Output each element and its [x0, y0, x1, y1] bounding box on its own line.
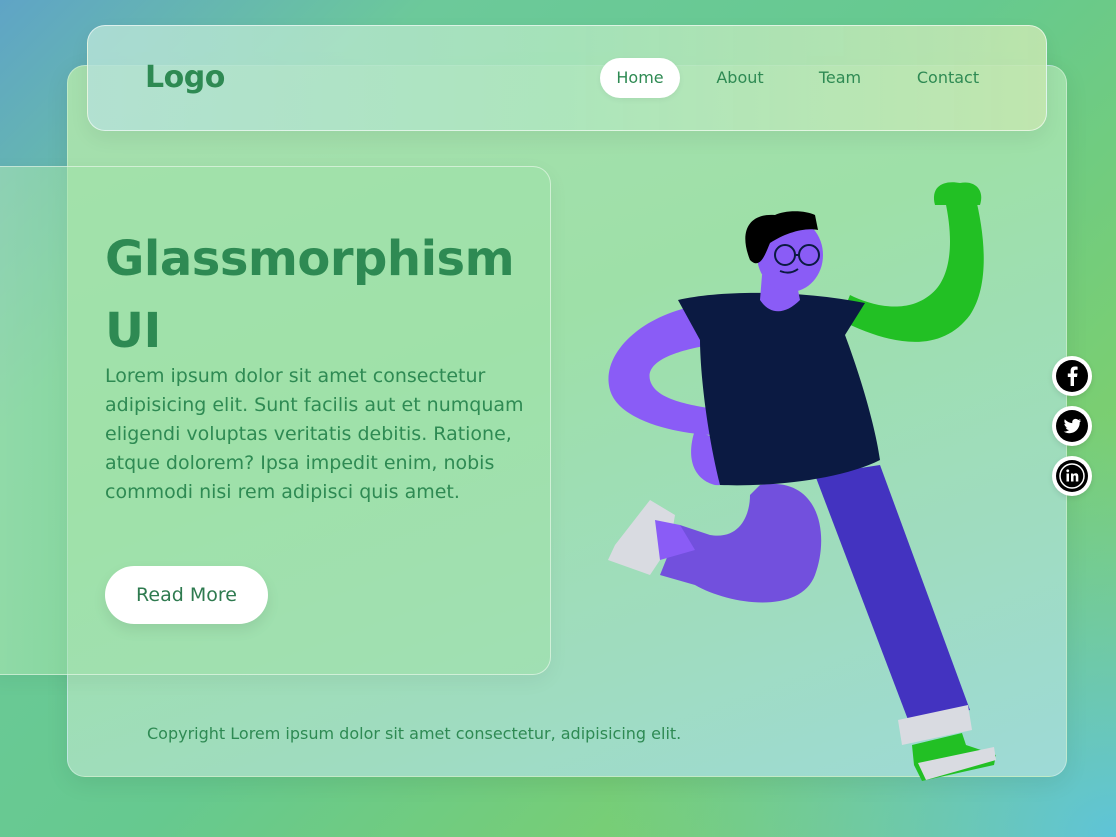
raised-hand [934, 182, 982, 205]
twitter-link[interactable] [1052, 406, 1092, 446]
nav-item-contact[interactable]: Contact [903, 58, 993, 98]
nav-item-home[interactable]: Home [600, 58, 680, 98]
navbar: Logo Home About Team Contact [87, 25, 1047, 131]
hero-glass-card: Glassmorphism UI Lorem ipsum dolor sit a… [0, 166, 551, 675]
twitter-icon [1056, 410, 1088, 442]
facebook-link[interactable] [1052, 356, 1092, 396]
linkedin-icon [1056, 460, 1088, 492]
linkedin-link[interactable] [1052, 456, 1092, 496]
hero-body-text: Lorem ipsum dolor sit amet consectetur a… [105, 365, 524, 503]
card-edge-highlight [0, 167, 71, 674]
read-more-button[interactable]: Read More [105, 566, 268, 624]
nav-item-about[interactable]: About [700, 58, 780, 98]
hero-title: Glassmorphism UI [105, 231, 515, 359]
front-leg [815, 465, 970, 725]
raised-arm [840, 195, 984, 342]
nav-item-team[interactable]: Team [800, 58, 880, 98]
logo[interactable]: Logo [145, 60, 225, 95]
facebook-icon [1056, 360, 1088, 392]
running-person-illustration [608, 182, 996, 781]
